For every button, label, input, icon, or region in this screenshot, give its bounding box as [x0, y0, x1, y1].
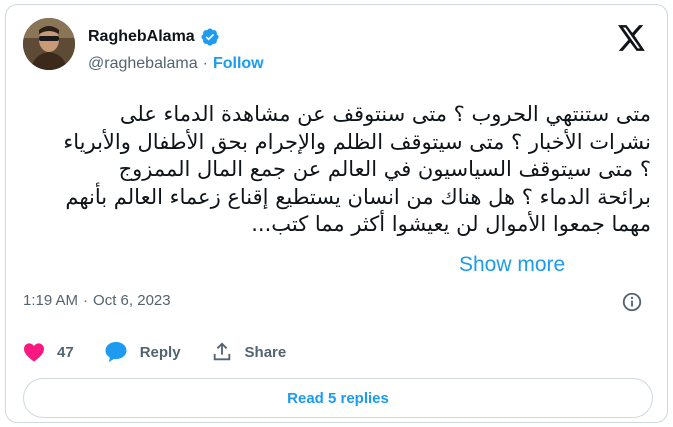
author-name[interactable]: RaghebAlama	[88, 28, 195, 46]
reply-label: Reply	[139, 343, 181, 361]
read-replies-label: Read 5 replies	[287, 389, 389, 407]
tweet-time: 1:19 AM	[23, 292, 79, 309]
heart-icon	[23, 342, 45, 362]
author-handle[interactable]: @raghebalama	[88, 55, 198, 73]
share-icon	[211, 341, 233, 363]
likes-count: 47	[57, 343, 74, 361]
tweet-text: متى ستنتهي الحروب ؟ متى سنتوقف عن مشاهدة…	[63, 102, 651, 236]
follow-button[interactable]: Follow	[213, 55, 264, 73]
separator-dot: ·	[202, 55, 208, 72]
speech-bubble-icon	[104, 341, 128, 363]
tweet-timestamp[interactable]: 1:19 AM · Oct 6, 2023	[23, 292, 171, 309]
avatar[interactable]	[23, 18, 75, 70]
share-button[interactable]: Share	[211, 341, 287, 363]
read-replies-button[interactable]: Read 5 replies	[23, 378, 653, 418]
verified-badge-icon	[200, 27, 220, 47]
x-logo-icon[interactable]	[618, 25, 646, 51]
share-label: Share	[244, 343, 287, 361]
show-more-link[interactable]: Show more	[455, 253, 568, 277]
info-icon[interactable]	[621, 291, 643, 313]
tweet-date: Oct 6, 2023	[93, 292, 171, 309]
tweet-card: RaghebAlama @raghebalama · Follow متى ست…	[5, 4, 668, 423]
like-button[interactable]: 47	[23, 342, 74, 362]
timestamp-separator: ·	[83, 292, 89, 309]
reply-button[interactable]: Reply	[104, 341, 181, 363]
